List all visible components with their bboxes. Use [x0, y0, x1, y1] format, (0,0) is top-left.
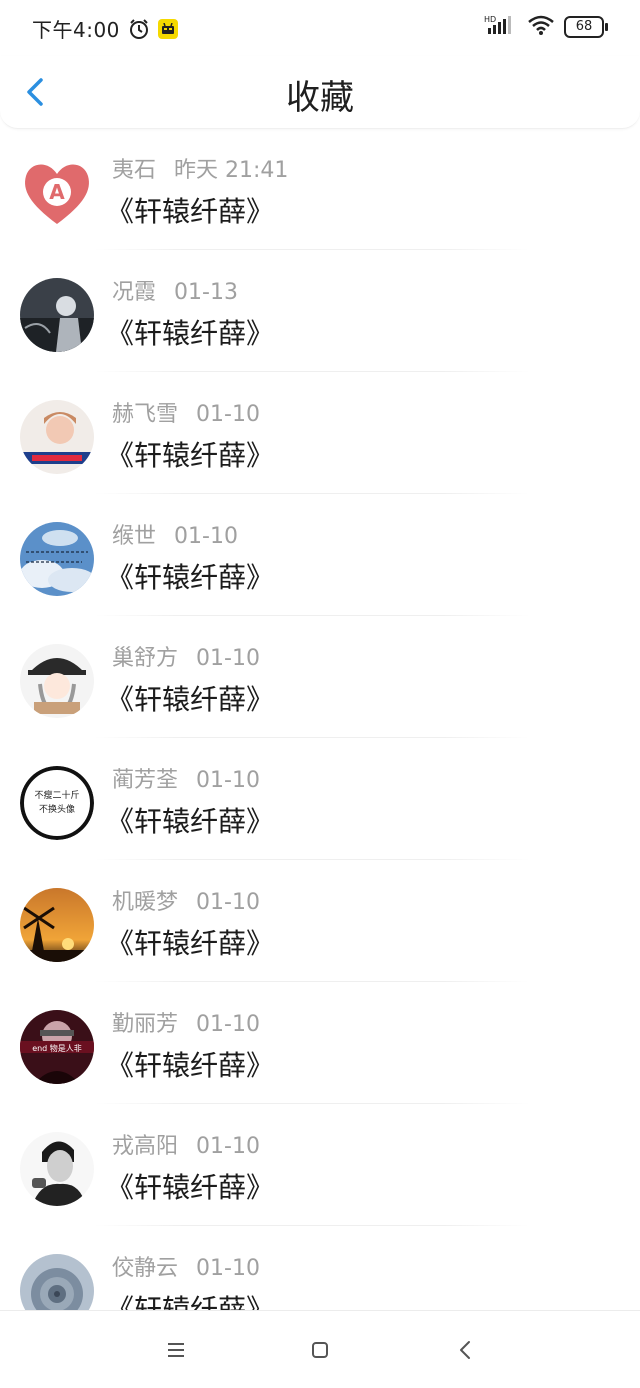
svg-text:HD: HD: [484, 15, 496, 24]
signal-icon: HD: [484, 14, 518, 40]
item-content: 《轩辕纤薛》: [106, 439, 275, 472]
item-content: 《轩辕纤薛》: [106, 317, 275, 350]
list-item[interactable]: 不瘦二十斤 不换头像 蔺芳荃 01-10 《轩辕纤薛》: [0, 738, 640, 860]
avatar: 不瘦二十斤 不换头像: [20, 766, 94, 840]
item-content: 《轩辕纤薛》: [106, 561, 275, 594]
status-bar: 下午4:00 HD 68: [0, 0, 640, 56]
avatar: [20, 1254, 94, 1310]
app-notification-icon: [157, 18, 178, 39]
item-meta: 蔺芳荃 01-10: [112, 762, 260, 794]
list-item[interactable]: 缑世 01-10 《轩辕纤薛》: [0, 494, 640, 616]
item-meta: 况霞 01-13: [112, 274, 238, 306]
item-content: 《轩辕纤薛》: [106, 1293, 275, 1310]
alarm-clock-icon: [128, 18, 150, 40]
item-time: 01-10: [196, 1256, 260, 1281]
wifi-icon: [528, 15, 554, 39]
list-item[interactable]: 赫飞雪 01-10 《轩辕纤薛》: [0, 372, 640, 494]
item-time: 01-10: [196, 402, 260, 427]
status-right: HD 68: [484, 14, 608, 40]
status-left: 下午4:00: [32, 14, 178, 43]
author-name: 戎高阳: [112, 1134, 179, 1159]
item-content: 《轩辕纤薛》: [106, 195, 275, 228]
avatar: [20, 278, 94, 352]
author-name: 巢舒方: [112, 646, 179, 671]
item-content: 《轩辕纤薛》: [106, 683, 275, 716]
system-nav-bar: [0, 1310, 640, 1388]
home-square-icon: [312, 1342, 328, 1358]
item-meta: 赫飞雪 01-10: [112, 396, 260, 428]
list-item[interactable]: 戎高阳 01-10 《轩辕纤薛》: [0, 1104, 640, 1226]
item-meta: 戎高阳 01-10: [112, 1128, 260, 1160]
item-meta: 佼静云 01-10: [112, 1250, 260, 1282]
svg-text:不换头像: 不换头像: [39, 803, 75, 815]
header: 收藏: [0, 56, 640, 129]
author-name: 缑世: [112, 524, 157, 549]
menu-button[interactable]: [163, 1337, 189, 1363]
item-meta: 缑世 01-10: [112, 518, 238, 550]
item-time: 01-10: [196, 890, 260, 915]
favorites-list: A 夷石 昨天 21:41 《轩辕纤薛》 况霞 01-13 《轩辕纤薛》 赫飞雪…: [0, 128, 640, 1310]
back-arrow-icon: [460, 1341, 470, 1359]
author-name: 勤丽芳: [112, 1012, 179, 1037]
item-time: 01-10: [174, 524, 238, 549]
item-content: 《轩辕纤薛》: [106, 1049, 275, 1082]
list-item[interactable]: 佼静云 01-10 《轩辕纤薛》: [0, 1226, 640, 1310]
item-time: 昨天 21:41: [174, 158, 289, 183]
status-time: 下午4:00: [32, 18, 120, 42]
item-time: 01-10: [196, 1012, 260, 1037]
battery-indicator: 68: [564, 16, 608, 38]
page-title: 收藏: [286, 78, 354, 118]
item-meta: 夷石 昨天 21:41: [112, 152, 288, 184]
list-item[interactable]: end 物是人非 勤丽芳 01-10 《轩辕纤薛》: [0, 982, 640, 1104]
avatar: [20, 644, 94, 718]
svg-text:不瘦二十斤: 不瘦二十斤: [34, 789, 79, 801]
item-time: 01-10: [196, 646, 260, 671]
svg-text:end 物是人非: end 物是人非: [32, 1043, 82, 1053]
author-name: 佼静云: [112, 1256, 179, 1281]
svg-text:A: A: [49, 180, 65, 204]
list-item[interactable]: 况霞 01-13 《轩辕纤薛》: [0, 250, 640, 372]
author-name: 夷石: [112, 158, 157, 183]
item-time: 01-10: [196, 1134, 260, 1159]
item-content: 《轩辕纤薛》: [106, 1171, 275, 1204]
avatar: [20, 522, 94, 596]
item-meta: 巢舒方 01-10: [112, 640, 260, 672]
list-item[interactable]: A 夷石 昨天 21:41 《轩辕纤薛》: [0, 128, 640, 250]
menu-icon: [168, 1343, 184, 1357]
home-button[interactable]: [307, 1337, 333, 1363]
system-back-button[interactable]: [453, 1337, 479, 1363]
avatar: [20, 1132, 94, 1206]
item-time: 01-13: [174, 280, 238, 305]
item-content: 《轩辕纤薛》: [106, 927, 275, 960]
author-name: 蔺芳荃: [112, 768, 179, 793]
list-item[interactable]: 机暖梦 01-10 《轩辕纤薛》: [0, 860, 640, 982]
avatar: A: [20, 156, 94, 230]
item-meta: 机暖梦 01-10: [112, 884, 260, 916]
avatar: [20, 888, 94, 962]
avatar: [20, 400, 94, 474]
author-name: 赫飞雪: [112, 402, 179, 427]
avatar: end 物是人非: [20, 1010, 94, 1084]
list-item[interactable]: 巢舒方 01-10 《轩辕纤薛》: [0, 616, 640, 738]
author-name: 机暖梦: [112, 890, 179, 915]
author-name: 况霞: [112, 280, 157, 305]
item-meta: 勤丽芳 01-10: [112, 1006, 260, 1038]
item-time: 01-10: [196, 768, 260, 793]
item-content: 《轩辕纤薛》: [106, 805, 275, 838]
